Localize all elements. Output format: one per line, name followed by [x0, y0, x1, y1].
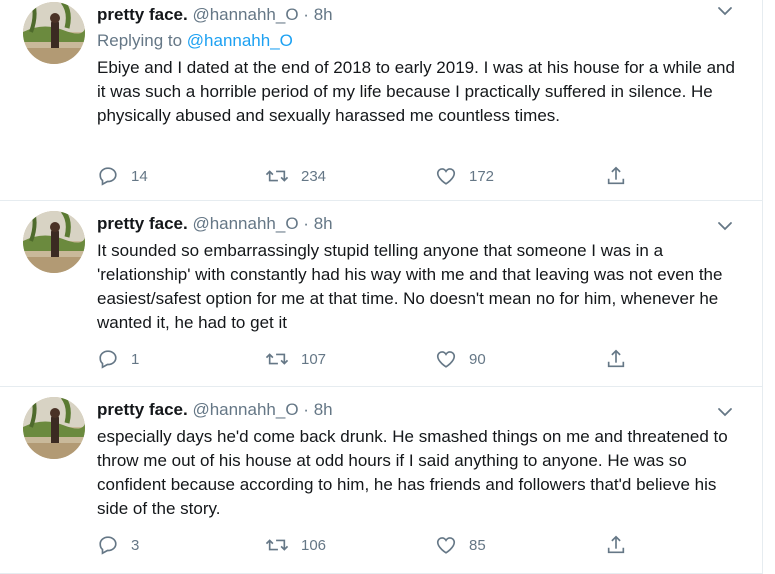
tweet-actions: 1 107 90: [97, 347, 657, 371]
retweet-button[interactable]: 234: [265, 164, 326, 188]
retweet-button[interactable]: 106: [265, 533, 326, 557]
tweet-actions: 14 234 172: [97, 164, 657, 188]
avatar[interactable]: [23, 211, 85, 273]
like-count: 85: [469, 536, 486, 554]
heart-icon: [436, 168, 456, 185]
tweet-text: especially days he'd come back drunk. He…: [97, 427, 728, 518]
reply-icon: [99, 536, 117, 555]
chevron-down-icon[interactable]: [716, 4, 734, 18]
share-icon: [607, 535, 625, 554]
tweet[interactable]: pretty face. @hannahh_O · 8h especially …: [0, 387, 762, 574]
chevron-down-icon[interactable]: [716, 405, 734, 419]
display-name[interactable]: pretty face.: [97, 214, 188, 233]
separator-dot: ·: [303, 214, 309, 233]
chevron-down-icon[interactable]: [716, 219, 734, 233]
tweet-text: Ebiye and I dated at the end of 2018 to …: [97, 58, 735, 125]
like-button[interactable]: 172: [435, 164, 494, 188]
heart-icon: [436, 351, 456, 368]
timestamp[interactable]: 8h: [314, 214, 333, 233]
share-button[interactable]: [605, 347, 639, 371]
retweet-icon: [265, 539, 289, 551]
display-name[interactable]: pretty face.: [97, 400, 188, 419]
user-handle[interactable]: @hannahh_O: [192, 400, 298, 419]
avatar[interactable]: [23, 2, 85, 64]
retweet-button[interactable]: 107: [265, 347, 326, 371]
retweet-count: 107: [301, 350, 327, 368]
like-count: 90: [469, 350, 486, 368]
tweet[interactable]: pretty face. @hannahh_O · 8h It sounded …: [0, 201, 762, 387]
reply-mention-link[interactable]: @hannahh_O: [187, 31, 293, 50]
reply-count: 1: [131, 350, 140, 368]
share-icon: [607, 166, 625, 185]
avatar[interactable]: [23, 397, 85, 459]
retweet-icon: [265, 353, 289, 365]
replying-to: Replying to @hannahh_O: [97, 30, 293, 52]
reply-icon: [99, 350, 117, 369]
reply-icon: [99, 167, 117, 186]
like-count: 172: [469, 167, 495, 185]
reply-button[interactable]: 14: [97, 164, 148, 188]
reply-count: 14: [131, 167, 148, 185]
retweet-count: 106: [301, 536, 327, 554]
timestamp[interactable]: 8h: [314, 400, 333, 419]
timestamp[interactable]: 8h: [314, 5, 333, 24]
retweet-count: 234: [301, 167, 327, 185]
retweet-icon: [265, 170, 289, 182]
user-handle[interactable]: @hannahh_O: [192, 214, 298, 233]
like-button[interactable]: 85: [435, 533, 486, 557]
share-button[interactable]: [605, 533, 639, 557]
tweet-header: pretty face. @hannahh_O · 8h: [97, 213, 333, 235]
timeline-border: [762, 0, 763, 574]
tweet-text: It sounded so embarrassingly stupid tell…: [97, 241, 723, 332]
reply-button[interactable]: 1: [97, 347, 139, 371]
reply-count: 3: [131, 536, 140, 554]
separator-dot: ·: [303, 400, 309, 419]
replying-to-label: Replying to: [97, 31, 187, 50]
share-icon: [607, 349, 625, 368]
display-name[interactable]: pretty face.: [97, 5, 188, 24]
tweet-header: pretty face. @hannahh_O · 8h: [97, 4, 333, 26]
like-button[interactable]: 90: [435, 347, 486, 371]
share-button[interactable]: [605, 164, 639, 188]
tweet[interactable]: pretty face. @hannahh_O · 8h Replying to…: [0, 0, 762, 201]
heart-icon: [436, 537, 456, 554]
tweet-actions: 3 106 85: [97, 533, 657, 557]
reply-button[interactable]: 3: [97, 533, 139, 557]
tweet-header: pretty face. @hannahh_O · 8h: [97, 399, 333, 421]
separator-dot: ·: [303, 5, 309, 24]
user-handle[interactable]: @hannahh_O: [192, 5, 298, 24]
